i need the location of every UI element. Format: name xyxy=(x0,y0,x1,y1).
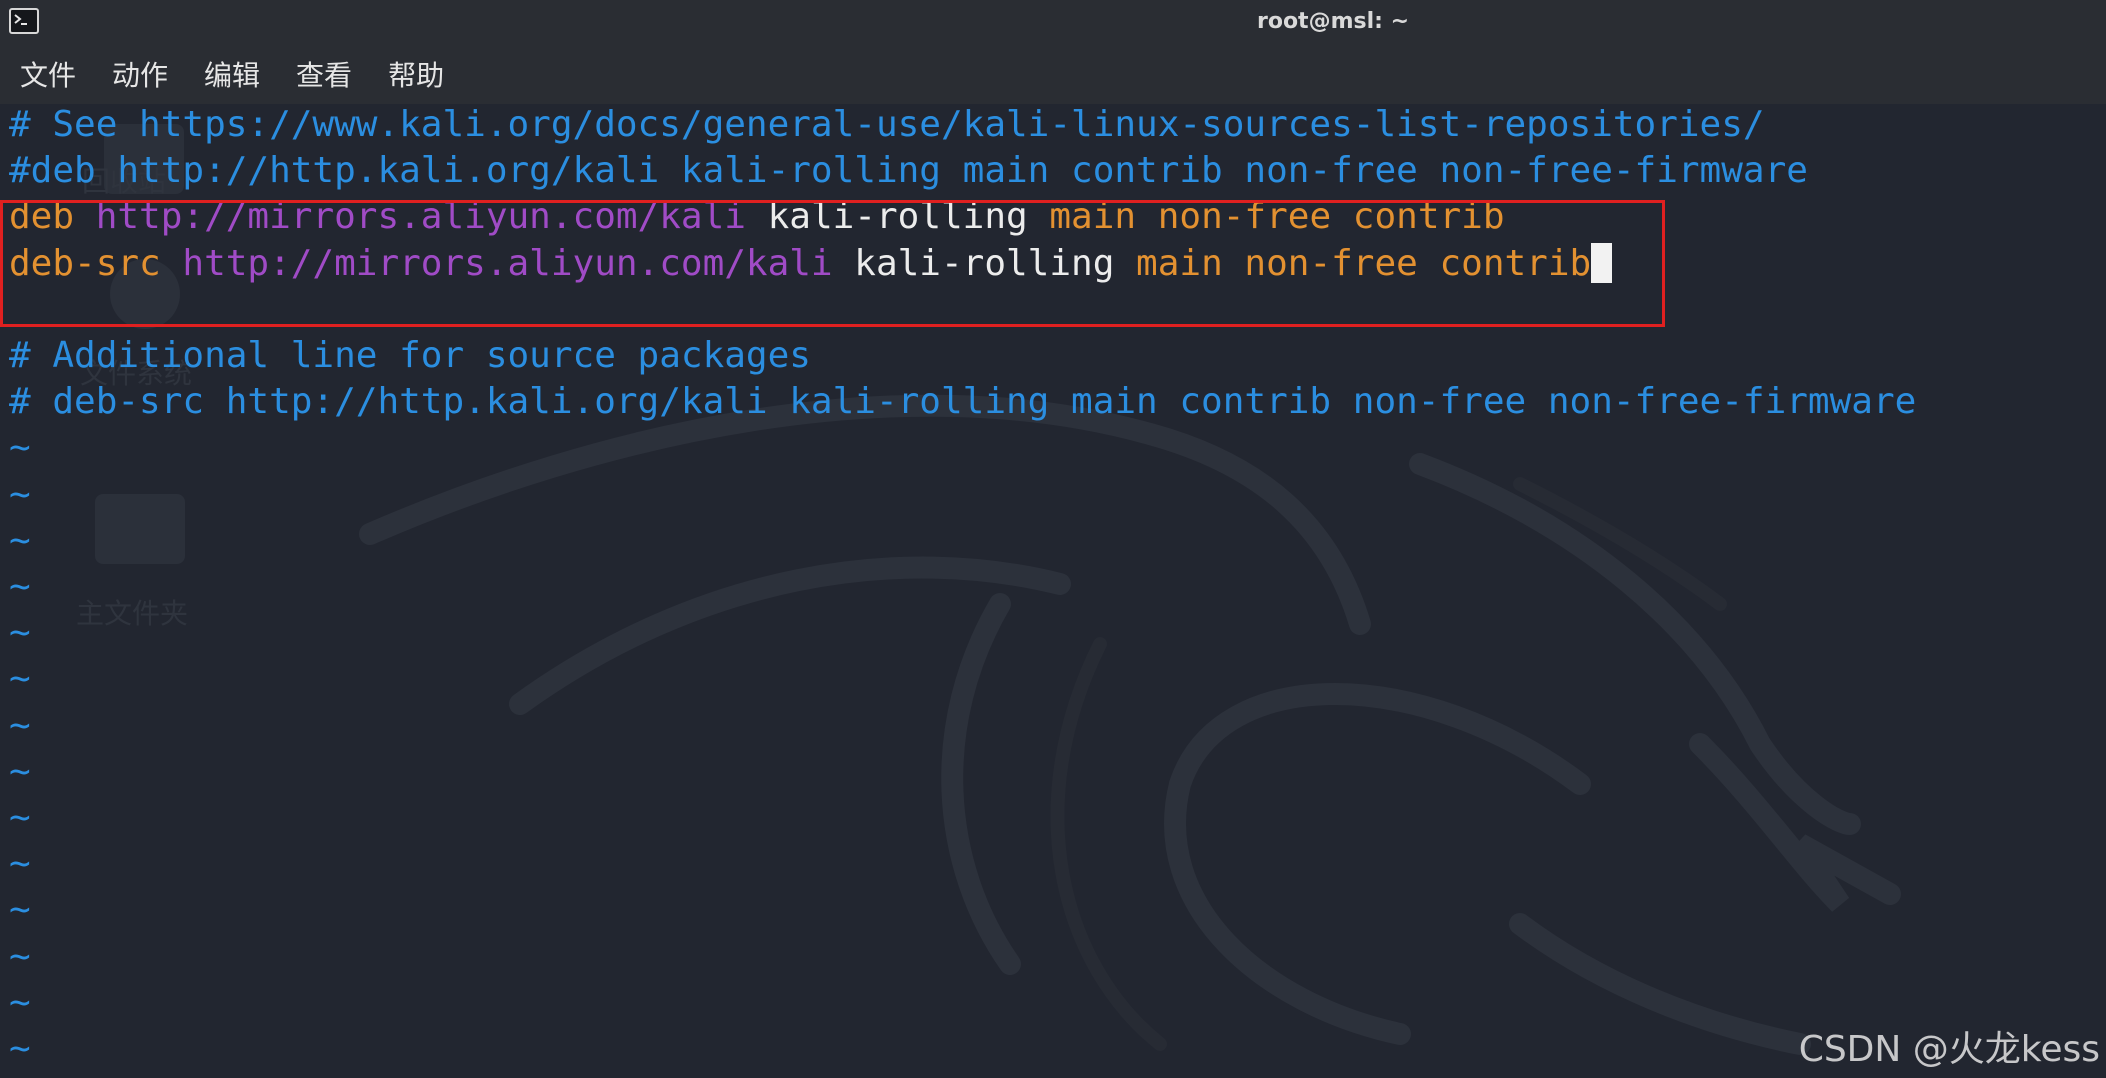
empty-line-marker: ~ xyxy=(9,704,31,746)
editor-line[interactable]: #deb http://http.kali.org/kali kali-roll… xyxy=(9,148,1808,194)
editor-line[interactable]: ~ xyxy=(9,425,31,471)
menu-file[interactable]: 文件 xyxy=(20,54,76,94)
editor-line[interactable]: ~ xyxy=(9,795,31,841)
editor-line[interactable]: ~ xyxy=(9,980,31,1026)
ghost-label-home: 主文件夹 xyxy=(76,597,189,630)
empty-line-marker: ~ xyxy=(9,935,31,977)
empty-line-marker: ~ xyxy=(9,612,31,654)
highlight-box xyxy=(0,200,1665,327)
empty-line-marker: ~ xyxy=(9,797,31,838)
menu-view[interactable]: 查看 xyxy=(296,54,352,94)
editor-line[interactable]: ~ xyxy=(9,518,31,564)
editor-line[interactable]: ~ xyxy=(9,934,31,980)
ghost-home-icon xyxy=(95,494,185,564)
empty-line-marker: ~ xyxy=(9,566,31,607)
editor-line[interactable]: ~ xyxy=(9,887,31,933)
menu-action[interactable]: 动作 xyxy=(112,54,168,94)
empty-line-marker: ~ xyxy=(9,889,31,931)
editor-line[interactable]: # See https://www.kali.org/docs/general-… xyxy=(9,104,1765,148)
menu-edit[interactable]: 编辑 xyxy=(204,54,260,94)
editor-line[interactable]: # Additional line for source packages xyxy=(9,333,811,379)
editor-line[interactable]: ~ xyxy=(9,749,31,795)
editor-line[interactable]: ~ xyxy=(9,564,31,610)
empty-line-marker: ~ xyxy=(9,750,31,792)
empty-line-marker: ~ xyxy=(9,519,31,561)
editor-line[interactable]: ~ xyxy=(9,472,31,518)
line-segment: #deb http://http.kali.org/kali kali-roll… xyxy=(9,150,1808,192)
empty-line-marker: ~ xyxy=(9,843,31,885)
terminal-area[interactable]: 回收站 文件系统 主文件夹 # See https://www.kali.org… xyxy=(0,104,2106,1078)
editor-line[interactable]: ~ xyxy=(9,656,31,702)
window-title: root@msl: ~ xyxy=(1256,9,1410,34)
empty-line-marker: ~ xyxy=(9,981,31,1023)
line-segment: # deb-src http://http.kali.org/kali kali… xyxy=(9,381,1917,423)
editor-line[interactable]: ~ xyxy=(9,1026,31,1072)
line-segment: # See https://www.kali.org/docs/general-… xyxy=(9,104,1765,145)
menu-bar: 文件 动作 编辑 查看 帮助 xyxy=(0,44,2106,104)
empty-line-marker: ~ xyxy=(9,658,31,700)
empty-line-marker: ~ xyxy=(9,1028,31,1069)
editor-line[interactable]: ~ xyxy=(9,841,31,887)
empty-line-marker: ~ xyxy=(9,473,31,515)
empty-line-marker: ~ xyxy=(9,427,31,469)
menu-help[interactable]: 帮助 xyxy=(388,54,444,94)
editor-line[interactable]: ~ xyxy=(9,610,31,656)
editor-line[interactable]: # deb-src http://http.kali.org/kali kali… xyxy=(9,379,1916,425)
editor-line[interactable]: ~ xyxy=(9,703,31,749)
terminal-icon[interactable] xyxy=(9,8,39,34)
csdn-watermark: CSDN @火龙kess xyxy=(1798,1029,2100,1070)
line-segment: # Additional line for source packages xyxy=(9,335,811,376)
title-bar: root@msl: ~ xyxy=(0,0,2106,44)
